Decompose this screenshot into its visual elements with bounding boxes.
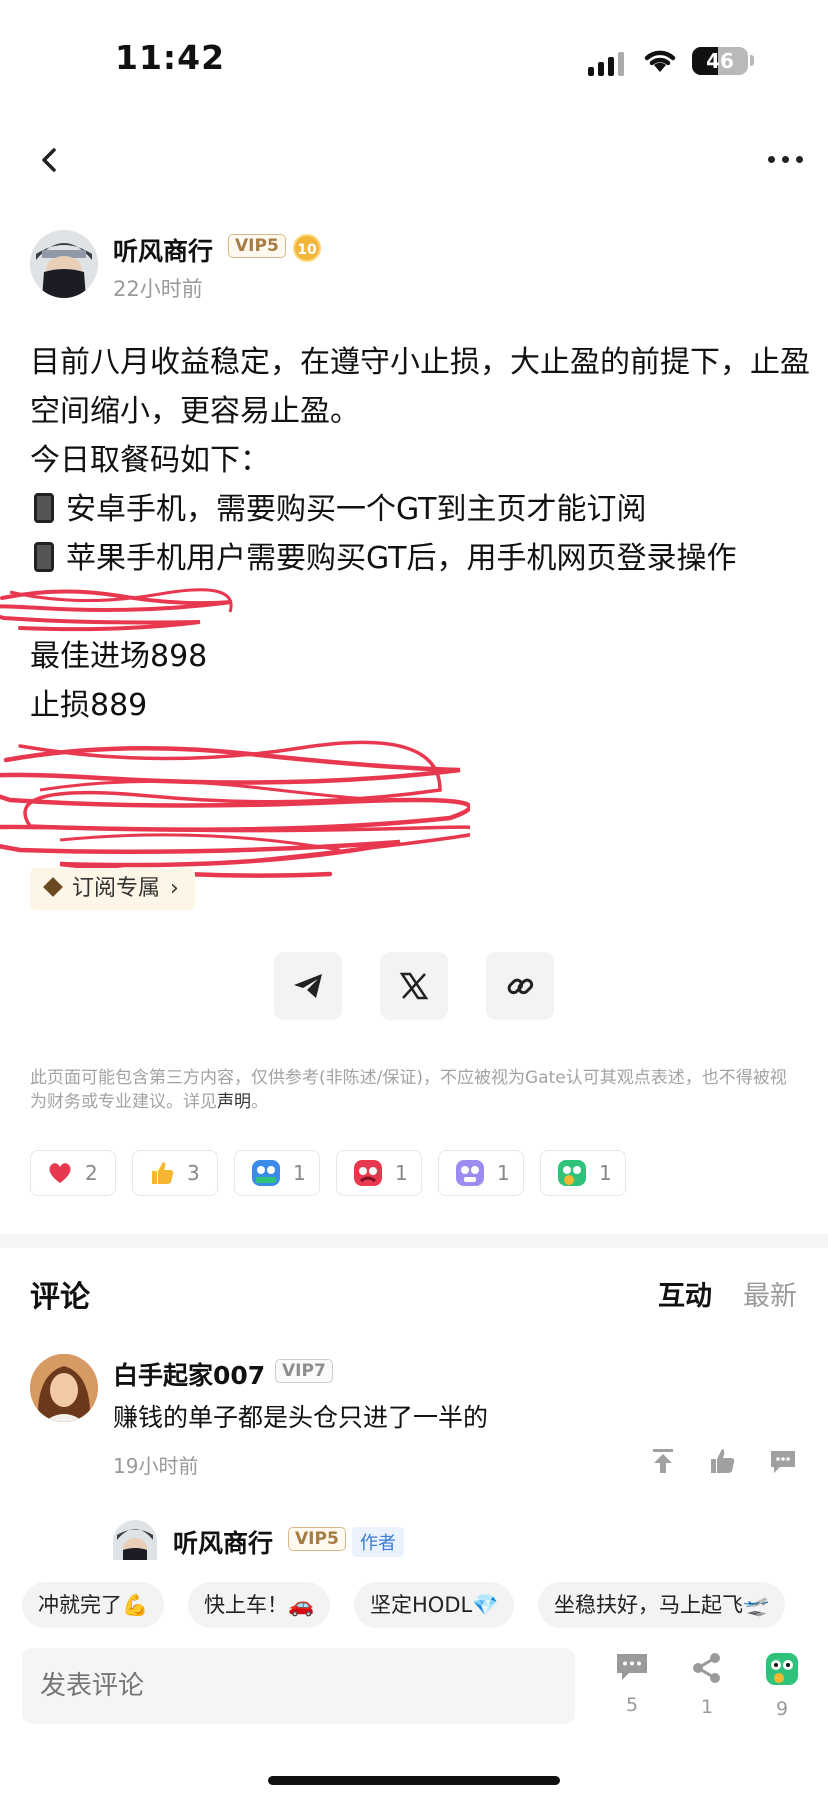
home-indicator bbox=[268, 1776, 560, 1785]
commenter-name[interactable]: 白手起家007 bbox=[113, 1356, 265, 1392]
subscribe-label: 订阅专属 bbox=[72, 876, 161, 901]
tab-latest[interactable]: 最新 bbox=[743, 1274, 797, 1313]
section-divider bbox=[0, 1234, 828, 1248]
subscribe-exclusive-button[interactable]: 订阅专属 › bbox=[30, 868, 195, 910]
disclaimer-link[interactable]: 声明 bbox=[217, 1092, 251, 1112]
commenter-avatar[interactable] bbox=[30, 1354, 98, 1422]
green-monster-icon bbox=[766, 1653, 798, 1685]
disclaimer-text: 此页面可能包含第三方内容，仅供参考(非陈述/保证)，不应被视为Gate认可其观点… bbox=[30, 1068, 787, 1112]
post-time: 22小时前 bbox=[113, 277, 203, 301]
share-x-button[interactable] bbox=[380, 952, 448, 1020]
post-line: 最佳进场898 bbox=[30, 639, 208, 674]
reaction-angry[interactable]: 1 bbox=[336, 1150, 422, 1196]
share-count: 1 bbox=[700, 1696, 714, 1718]
more-options-icon[interactable] bbox=[764, 148, 808, 170]
status-bar: 11:42 46 bbox=[0, 0, 828, 120]
reply-author-name[interactable]: 听风商行 bbox=[173, 1524, 273, 1560]
reaction-crying[interactable]: 1 bbox=[438, 1150, 524, 1196]
disclaimer: 此页面可能包含第三方内容，仅供参考(非陈述/保证)，不应被视为Gate认可其观点… bbox=[30, 1068, 787, 1112]
share-icon bbox=[693, 1653, 720, 1683]
link-icon bbox=[507, 978, 534, 995]
like-icon[interactable] bbox=[708, 1446, 738, 1476]
quick-reply-chip[interactable]: 坚定HODL💎 bbox=[354, 1582, 515, 1628]
comment-input[interactable] bbox=[22, 1648, 575, 1724]
green-monster-icon bbox=[558, 1160, 586, 1186]
mobile-phone-icon bbox=[34, 542, 54, 572]
mobile-phone-icon bbox=[34, 493, 54, 523]
share-telegram-button[interactable] bbox=[274, 952, 342, 1020]
reaction-thumbs-up[interactable]: 3 bbox=[132, 1150, 218, 1196]
battery-icon: 46 bbox=[692, 47, 748, 75]
vip-badge: VIP5 bbox=[288, 1527, 346, 1551]
vip-badge: VIP5 bbox=[228, 234, 286, 258]
author-avatar[interactable] bbox=[30, 230, 98, 298]
reaction-count: 1 bbox=[293, 1161, 306, 1185]
telegram-icon bbox=[294, 974, 322, 998]
post-line: 止损889 bbox=[30, 688, 148, 723]
reaction-count: 1 bbox=[599, 1161, 612, 1185]
heart-icon bbox=[49, 1163, 71, 1183]
crying-face-icon bbox=[456, 1160, 484, 1186]
reply-icon[interactable] bbox=[768, 1446, 798, 1476]
post-body: 目前八月收益稳定，在遵守小止损，大止盈的前提下，止盈空间缩小，更容易止盈。 今日… bbox=[30, 338, 810, 730]
quick-reply-chip[interactable]: 快上车！🚗 bbox=[188, 1582, 331, 1628]
comment-icon bbox=[617, 1654, 647, 1680]
x-logo-icon bbox=[399, 972, 429, 1000]
comments-title: 评论 bbox=[30, 1280, 90, 1315]
tab-interact[interactable]: 互动 bbox=[658, 1274, 712, 1313]
reaction-count: 3 bbox=[187, 1161, 200, 1185]
comment-text: 赚钱的单子都是头仓只进了一半的 bbox=[113, 1403, 489, 1432]
share-button[interactable]: 1 bbox=[682, 1652, 732, 1718]
wifi-icon bbox=[644, 50, 676, 72]
thumbs-up-icon bbox=[152, 1162, 174, 1184]
chevron-right-icon: › bbox=[170, 876, 179, 901]
quick-reply-chip[interactable]: 冲就完了💪 bbox=[22, 1582, 165, 1628]
battery-tip bbox=[750, 55, 754, 66]
post-line-text: 苹果手机用户需要购买GT后，用手机网页登录操作 bbox=[66, 541, 737, 576]
comment-time: 19小时前 bbox=[113, 1454, 199, 1478]
redaction-scribble bbox=[0, 588, 233, 632]
reaction-count: 1 bbox=[395, 1161, 408, 1185]
comment-count: 5 bbox=[625, 1694, 639, 1716]
status-time: 11:42 bbox=[115, 38, 226, 77]
angry-face-icon bbox=[354, 1160, 382, 1186]
copy-link-button[interactable] bbox=[486, 952, 554, 1020]
post-line: 安卓手机，需要购买一个GT到主页才能订阅 bbox=[30, 485, 810, 534]
reaction-total-count: 9 bbox=[775, 1698, 789, 1720]
back-arrow-icon[interactable] bbox=[30, 140, 70, 180]
redaction-scribble bbox=[0, 740, 470, 878]
reaction-green-monster[interactable]: 1 bbox=[540, 1150, 626, 1196]
post-line-text: 安卓手机，需要购买一个GT到主页才能订阅 bbox=[66, 492, 647, 527]
quick-reply-chip[interactable]: 坐稳扶好，马上起飞🛫 bbox=[538, 1582, 786, 1628]
author-tag: 作者 bbox=[352, 1527, 404, 1557]
cellular-signal-icon bbox=[588, 52, 628, 76]
post-line: 苹果手机用户需要购买GT后，用手机网页登录操作 bbox=[30, 534, 810, 583]
post-line: 今日取餐码如下： bbox=[30, 443, 270, 478]
author-name[interactable]: 听风商行 bbox=[113, 232, 213, 268]
comments-count-button[interactable]: 5 bbox=[607, 1652, 657, 1716]
reaction-heart[interactable]: 2 bbox=[30, 1150, 116, 1196]
reaction-count: 2 bbox=[85, 1161, 98, 1185]
vip-badge: VIP7 bbox=[275, 1359, 333, 1383]
reaction-count: 1 bbox=[497, 1161, 510, 1185]
pin-to-top-icon[interactable] bbox=[648, 1446, 678, 1476]
diamond-icon bbox=[43, 877, 63, 897]
post-line: 目前八月收益稳定，在遵守小止损，大止盈的前提下，止盈空间缩小，更容易止盈。 bbox=[30, 345, 810, 429]
reply-author-avatar[interactable] bbox=[113, 1520, 157, 1560]
hodl-icon bbox=[252, 1160, 280, 1186]
reaction-hodl[interactable]: 1 bbox=[234, 1150, 320, 1196]
level-badge: 10 bbox=[293, 234, 321, 262]
battery-level: 46 bbox=[706, 49, 734, 73]
reactions-button[interactable]: 9 bbox=[757, 1652, 807, 1720]
